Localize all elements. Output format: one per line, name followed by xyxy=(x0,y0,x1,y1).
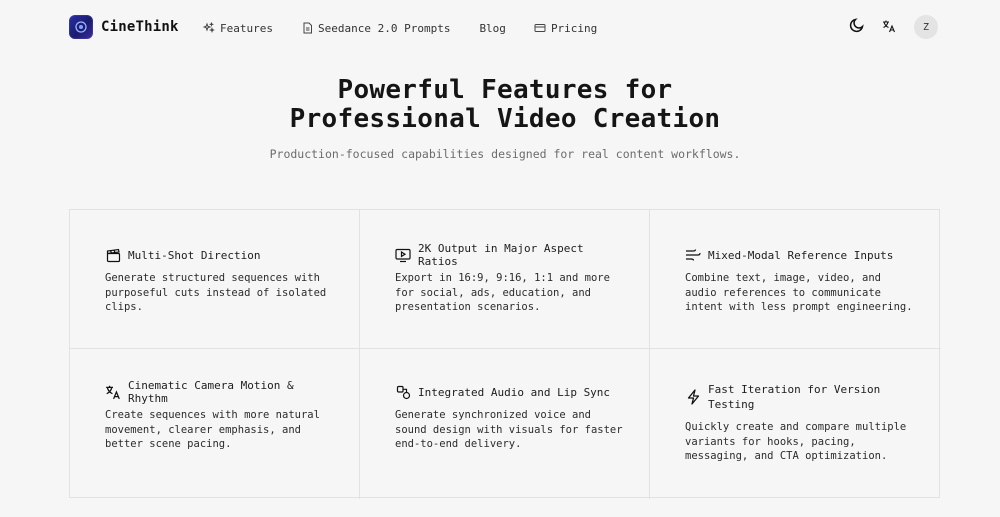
nav-item-pricing[interactable]: Pricing xyxy=(534,19,597,37)
lightning-icon xyxy=(685,389,701,405)
feature-description: Quickly create and compare multiple vari… xyxy=(685,421,907,462)
feature-description: Generate structured sequences with purpo… xyxy=(105,272,327,313)
feature-description: Generate synchronized voice and sound de… xyxy=(395,409,623,450)
nav-item-seedance-prompts[interactable]: Seedance 2.0 Prompts xyxy=(302,19,450,37)
feature-description: Export in 16:9, 9:16, 1:1 and more for s… xyxy=(395,272,610,313)
feature-card: Multi-Shot Direction Generate structured… xyxy=(70,210,360,349)
feature-card: 2K Output in Major Aspect Ratios Export … xyxy=(360,210,650,349)
user-avatar[interactable]: Z xyxy=(914,15,938,39)
credit-card-icon xyxy=(534,23,546,33)
nav-item-blog[interactable]: Blog xyxy=(479,19,506,37)
clapperboard-icon xyxy=(105,247,121,263)
feature-title: Mixed-Modal Reference Inputs xyxy=(708,248,894,262)
site-header: CineThink Features Seedance 2.0 Prompts xyxy=(0,0,1000,56)
translate-icon xyxy=(882,18,896,37)
feature-title: Multi-Shot Direction xyxy=(128,248,261,262)
feature-title: 2K Output in Major Aspect Ratios xyxy=(418,242,584,268)
page-title: Powerful Features for Professional Video… xyxy=(0,76,1000,134)
sparkles-icon xyxy=(203,22,215,34)
feature-title: Fast Iteration for Version Testing xyxy=(708,383,881,411)
brand-name: CineThink xyxy=(101,19,179,35)
nav-label-seedance-prompts: Seedance 2.0 Prompts xyxy=(317,21,451,35)
page-title-line-1: Powerful Features for xyxy=(337,75,673,105)
feature-card: Mixed-Modal Reference Inputs Combine tex… xyxy=(650,210,941,349)
translate-icon xyxy=(105,384,121,400)
feature-card: Cinematic Camera Motion & Rhythm Create … xyxy=(70,349,360,499)
page-title-line-2: Professional Video Creation xyxy=(289,104,721,134)
feature-title: Integrated Audio and Lip Sync xyxy=(418,385,611,399)
brand-logo-link[interactable]: CineThink xyxy=(69,15,179,39)
mixed-lines-icon xyxy=(685,247,701,263)
nav-label-pricing: Pricing xyxy=(550,21,598,35)
moon-icon xyxy=(849,17,865,37)
language-button[interactable] xyxy=(878,15,900,39)
main-nav: Features Seedance 2.0 Prompts Blog Prici… xyxy=(203,19,626,37)
feature-card: Integrated Audio and Lip Sync Generate s… xyxy=(360,349,650,499)
nav-label-blog: Blog xyxy=(479,21,506,35)
shapes-icon xyxy=(395,384,411,400)
nav-item-features[interactable]: Features xyxy=(203,19,273,37)
header-tools: Z xyxy=(846,15,938,39)
features-grid: Multi-Shot Direction Generate structured… xyxy=(69,209,941,499)
theme-toggle-button[interactable] xyxy=(846,15,868,39)
nav-label-features: Features xyxy=(220,21,273,35)
page-subtitle: Production-focused capabilities designed… xyxy=(269,147,741,161)
feature-description: Create sequences with more natural movem… xyxy=(105,409,320,450)
feature-card: Fast Iteration for Version Testing Quick… xyxy=(650,349,941,499)
brand-logo-icon xyxy=(69,15,93,39)
feature-description: Combine text, image, video, and audio re… xyxy=(685,272,913,313)
document-icon xyxy=(302,22,313,34)
feature-title: Cinematic Camera Motion & Rhythm xyxy=(128,379,294,405)
monitor-play-icon xyxy=(395,247,411,263)
